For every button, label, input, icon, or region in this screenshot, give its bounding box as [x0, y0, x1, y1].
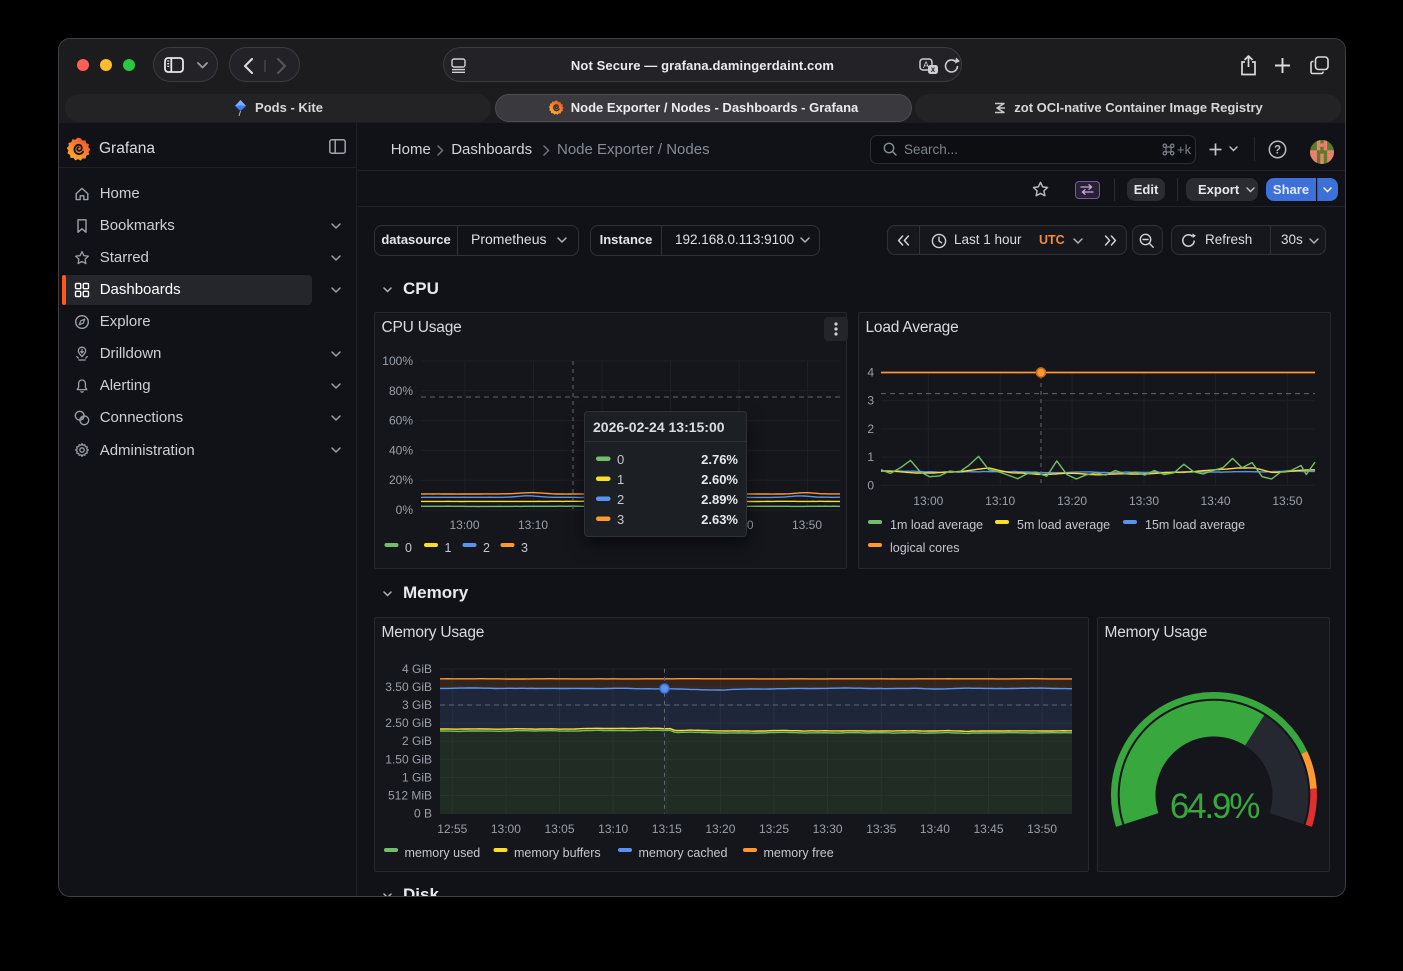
svg-text:20%: 20%: [389, 473, 413, 487]
svg-text:0 B: 0 B: [414, 807, 432, 821]
svg-text:3 GiB: 3 GiB: [402, 698, 432, 712]
svg-text:3: 3: [617, 512, 624, 527]
svg-text:13:40: 13:40: [920, 822, 950, 836]
svg-text:0: 0: [617, 452, 624, 467]
svg-text:3: 3: [867, 394, 874, 408]
svg-text:2: 2: [483, 541, 490, 555]
svg-text:13:00: 13:00: [913, 494, 943, 508]
svg-text:4: 4: [867, 366, 874, 380]
svg-text:12:55: 12:55: [437, 822, 467, 836]
svg-text:2: 2: [617, 492, 624, 507]
svg-text:13:20: 13:20: [1057, 494, 1087, 508]
svg-text:13:45: 13:45: [973, 822, 1003, 836]
svg-text:1m load average: 1m load average: [890, 518, 983, 532]
svg-text:1: 1: [867, 450, 874, 464]
svg-text:1.50 GiB: 1.50 GiB: [385, 752, 432, 766]
svg-text:13:50: 13:50: [1027, 822, 1057, 836]
svg-text:512 MiB: 512 MiB: [388, 789, 432, 803]
svg-text:1 GiB: 1 GiB: [402, 770, 432, 784]
svg-text:13:20: 13:20: [705, 822, 735, 836]
svg-text:1: 1: [445, 541, 452, 555]
svg-text:13:10: 13:10: [518, 518, 548, 532]
svg-text:13:25: 13:25: [759, 822, 789, 836]
svg-text:0: 0: [867, 478, 874, 492]
svg-text:80%: 80%: [389, 384, 413, 398]
svg-text:13:15: 13:15: [652, 822, 682, 836]
svg-text:?: ?: [1274, 144, 1281, 156]
svg-text:2.63%: 2.63%: [701, 512, 738, 527]
svg-text:15m load average: 15m load average: [1145, 518, 1245, 532]
svg-text:13:40: 13:40: [1200, 494, 1230, 508]
svg-text:13:35: 13:35: [866, 822, 896, 836]
svg-text:40%: 40%: [389, 443, 413, 457]
svg-text:1: 1: [617, 472, 624, 487]
svg-text:64.9%: 64.9%: [1170, 787, 1259, 826]
svg-text:logical cores: logical cores: [890, 541, 959, 555]
svg-text:memory cached: memory cached: [639, 846, 728, 860]
svg-text:2.89%: 2.89%: [701, 492, 738, 507]
svg-text:2 GiB: 2 GiB: [402, 734, 432, 748]
svg-text:2.50 GiB: 2.50 GiB: [385, 716, 432, 730]
svg-text:100%: 100%: [382, 354, 413, 368]
svg-text:13:10: 13:10: [985, 494, 1015, 508]
svg-text:3: 3: [521, 541, 528, 555]
svg-text:3.50 GiB: 3.50 GiB: [385, 680, 432, 694]
svg-text:13:50: 13:50: [1272, 494, 1302, 508]
svg-text:2.60%: 2.60%: [701, 472, 738, 487]
svg-text:x: x: [931, 65, 936, 74]
svg-text:13:05: 13:05: [544, 822, 574, 836]
svg-text:4 GiB: 4 GiB: [402, 662, 432, 676]
svg-text:memory buffers: memory buffers: [514, 846, 601, 860]
svg-text:60%: 60%: [389, 414, 413, 428]
svg-text:2.76%: 2.76%: [701, 452, 738, 467]
svg-text:13:10: 13:10: [598, 822, 628, 836]
svg-text:2: 2: [867, 422, 874, 436]
svg-text:0%: 0%: [396, 503, 414, 517]
svg-text:5m load average: 5m load average: [1017, 518, 1110, 532]
svg-text:0: 0: [405, 541, 412, 555]
svg-text:memory used: memory used: [405, 846, 481, 860]
svg-text:13:30: 13:30: [813, 822, 843, 836]
svg-text:13:00: 13:00: [449, 518, 479, 532]
svg-text:13:50: 13:50: [792, 518, 822, 532]
svg-text:13:00: 13:00: [491, 822, 521, 836]
svg-text:memory free: memory free: [764, 846, 834, 860]
svg-text:13:30: 13:30: [1129, 494, 1159, 508]
